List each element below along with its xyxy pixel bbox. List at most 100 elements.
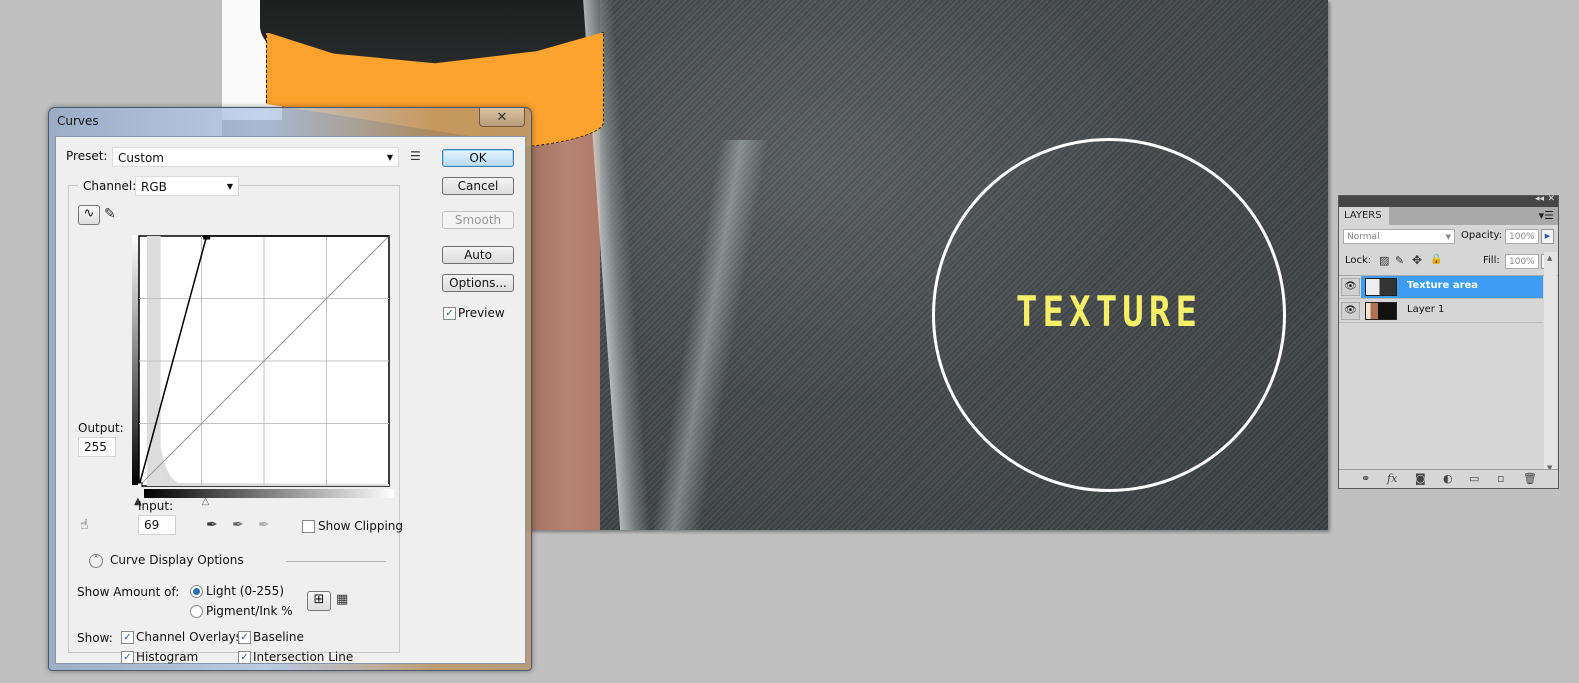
baseline-label: Baseline xyxy=(253,630,304,644)
tab-row: LAYERS ▾☰ xyxy=(1339,207,1558,225)
blend-mode-value: Normal xyxy=(1347,232,1380,242)
cancel-button[interactable]: Cancel xyxy=(442,177,514,195)
smooth-button[interactable]: Smooth xyxy=(442,211,514,229)
layers-footer: ⚭ fx ◙ ◐ ▭ ▫ 🗑 xyxy=(1339,469,1558,488)
histogram-label: Histogram xyxy=(136,650,199,664)
tab-layers[interactable]: LAYERS xyxy=(1339,207,1389,225)
pigment-label: Pigment/Ink % xyxy=(206,604,293,618)
collapse-icon[interactable]: ˄ xyxy=(89,554,103,568)
preset-label: Preset: xyxy=(66,149,108,163)
curve-control-point xyxy=(138,482,143,487)
auto-button[interactable]: Auto xyxy=(442,246,514,264)
layer-name: Layer 1 xyxy=(1407,304,1445,315)
layer-row-layer-1[interactable]: 👁 Layer 1 xyxy=(1339,300,1543,323)
layer-mask-icon[interactable]: ◙ xyxy=(1415,472,1426,485)
lock-transparent-icon[interactable]: ▨ xyxy=(1379,255,1389,266)
curve-display-options-label: Curve Display Options xyxy=(110,553,244,567)
light-radio[interactable] xyxy=(190,585,203,598)
layers-scrollbar[interactable]: ▲ ▼ xyxy=(1544,252,1557,474)
layer-thumbnail xyxy=(1365,278,1397,296)
intersection-line-checkbox[interactable]: ✓ xyxy=(238,651,251,664)
show-clipping-checkbox[interactable] xyxy=(302,520,315,533)
hand-adjust-icon[interactable]: ☝ xyxy=(80,518,89,532)
chevron-down-icon: ▼ xyxy=(386,153,393,162)
pigment-radio[interactable] xyxy=(190,605,203,618)
gray-eyedropper-icon[interactable]: ✒ xyxy=(232,518,244,532)
scroll-up-icon[interactable]: ▲ xyxy=(1547,254,1552,262)
options-button[interactable]: Options... xyxy=(442,274,514,292)
chevron-down-icon: ▼ xyxy=(226,182,233,191)
dialog-title: Curves xyxy=(57,114,99,128)
grid-10-icon[interactable]: ▦ xyxy=(336,593,348,606)
lock-all-icon[interactable]: 🔒 xyxy=(1430,255,1442,265)
layers-panel: ◂◂ ✕ LAYERS ▾☰ Normal ▼ Opacity: 100% ▶ … xyxy=(1338,194,1559,489)
lock-move-icon[interactable]: ✥ xyxy=(1412,254,1422,266)
close-icon: ✕ xyxy=(496,109,508,125)
new-layer-icon[interactable]: ▫ xyxy=(1497,472,1504,485)
preset-select[interactable]: Custom ▼ xyxy=(112,147,399,167)
link-layers-icon[interactable]: ⚭ xyxy=(1361,472,1370,485)
preview-label: Preview xyxy=(458,306,505,320)
section-divider xyxy=(286,561,386,562)
channel-select[interactable]: RGB ▼ xyxy=(135,176,239,196)
fx-icon[interactable]: fx xyxy=(1387,472,1397,485)
input-field[interactable]: 69 xyxy=(138,515,176,535)
opacity-label: Opacity: xyxy=(1461,230,1503,241)
curve-graph[interactable] xyxy=(138,235,390,487)
white-eyedropper-icon[interactable]: ✒ xyxy=(258,518,270,532)
close-icon[interactable]: ✕ xyxy=(1547,194,1555,204)
show-clipping-label: Show Clipping xyxy=(318,519,404,533)
visibility-eye-icon[interactable]: 👁 xyxy=(1341,278,1360,296)
chevron-down-icon: ▼ xyxy=(1445,233,1451,241)
grid-simple-button[interactable]: ⊞ xyxy=(307,591,331,611)
fill-field[interactable]: 100% xyxy=(1505,254,1539,269)
panel-title-bar[interactable]: ◂◂ ✕ xyxy=(1339,194,1558,207)
curve-control-point xyxy=(203,235,211,240)
input-label: Input: xyxy=(138,499,174,513)
layer-cell[interactable]: Layer 1 xyxy=(1361,300,1543,322)
trash-icon[interactable]: 🗑 xyxy=(1523,472,1537,485)
input-gradient-bar xyxy=(144,489,394,498)
histogram-checkbox[interactable]: ✓ xyxy=(121,651,134,664)
channel-label: Channel: xyxy=(78,179,142,193)
layer-name: Texture area xyxy=(1407,280,1479,291)
show-label: Show: xyxy=(77,631,113,645)
curve-point-tool[interactable]: ∿ xyxy=(78,205,100,225)
opacity-slider-button[interactable]: ▶ xyxy=(1541,229,1554,244)
close-button[interactable]: ✕ xyxy=(479,108,525,127)
grid-4-icon: ⊞ xyxy=(313,592,325,607)
layer-thumbnail xyxy=(1365,302,1397,320)
dialog-body: Preset: Custom ▼ ☰ OK Cancel Smooth Auto… xyxy=(55,136,526,664)
black-eyedropper-icon[interactable]: ✒ xyxy=(206,518,218,532)
white-point-slider[interactable]: △ xyxy=(202,497,210,507)
output-field[interactable]: 255 xyxy=(78,437,116,457)
adjustment-layer-icon[interactable]: ◐ xyxy=(1443,472,1453,485)
pencil-icon[interactable]: ✎ xyxy=(104,207,116,221)
channel-value: RGB xyxy=(141,180,167,194)
light-label: Light (0-255) xyxy=(206,584,284,598)
channel-overlays-checkbox[interactable]: ✓ xyxy=(121,631,134,644)
show-amount-label: Show Amount of: xyxy=(77,585,180,599)
preview-checkbox[interactable]: ✓ xyxy=(443,307,456,320)
blend-mode-select[interactable]: Normal ▼ xyxy=(1343,229,1455,244)
texture-text: TEXTURE xyxy=(1015,287,1203,336)
visibility-eye-icon[interactable]: 👁 xyxy=(1341,302,1360,320)
channel-overlays-label: Channel Overlays xyxy=(136,630,242,644)
layer-cell[interactable]: Texture area xyxy=(1361,276,1543,298)
output-label: Output: xyxy=(78,421,124,435)
ok-button[interactable]: OK xyxy=(442,149,514,167)
preset-options-icon[interactable]: ☰ xyxy=(410,150,421,162)
intersection-line-label: Intersection Line xyxy=(253,650,354,664)
baseline-checkbox[interactable]: ✓ xyxy=(238,631,251,644)
fill-label: Fill: xyxy=(1483,255,1500,266)
new-group-icon[interactable]: ▭ xyxy=(1469,472,1479,485)
opacity-field[interactable]: 100% xyxy=(1505,229,1539,244)
collapse-panel-icon[interactable]: ◂◂ xyxy=(1535,194,1544,204)
lock-paint-brush-icon[interactable]: ✎ xyxy=(1395,255,1404,266)
layer-row-texture-area[interactable]: 👁 Texture area xyxy=(1339,276,1543,299)
panel-menu-icon[interactable]: ▾☰ xyxy=(1539,209,1554,222)
lock-label: Lock: xyxy=(1345,255,1372,266)
curves-dialog: Curves ✕ Preset: Custom ▼ ☰ OK Cancel Sm… xyxy=(48,107,532,671)
preset-value: Custom xyxy=(118,151,164,165)
curve-point-icon: ∿ xyxy=(83,206,95,221)
